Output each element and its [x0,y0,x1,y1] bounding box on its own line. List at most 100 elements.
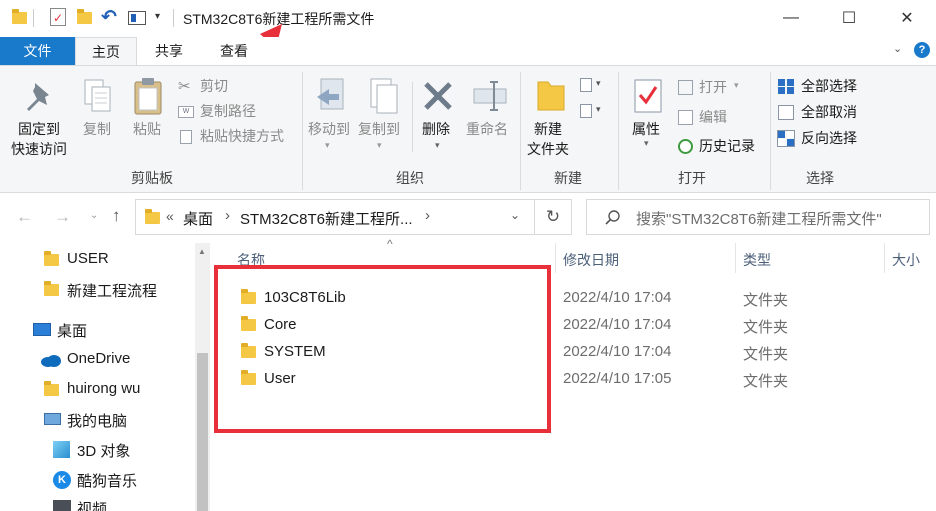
breadcrumb-overflow[interactable]: « [166,208,174,224]
rename-button[interactable]: 重命名 [464,75,516,145]
history-button[interactable]: 历史记录 [678,137,764,157]
view-pane-icon[interactable] [128,11,146,25]
file-type: 文件夹 [743,319,789,336]
ribbon-separator [618,72,619,190]
paste-button[interactable]: 粘贴 [128,75,168,145]
tab-share[interactable]: 共享 [137,37,201,65]
divider [33,9,34,27]
scroll-up-icon[interactable]: ▲ [198,247,206,256]
column-date[interactable]: 修改日期 [563,250,619,270]
copy-to-icon [370,78,398,114]
3d-objects-icon [53,441,70,458]
delete-label: 删除 [422,121,450,137]
nav-item-label: OneDrive [67,350,131,367]
ribbon-separator [302,72,303,190]
breadcrumb-separator[interactable]: › [425,207,430,224]
cut-button[interactable]: ✂ 剪切 [176,77,236,97]
annotation-highlight-box [214,265,551,433]
tab-view[interactable]: 查看 [201,37,267,65]
close-button[interactable]: ✕ [884,0,930,36]
copy-button[interactable]: 复制 [78,75,118,145]
column-separator[interactable] [884,243,885,273]
breadcrumb-current[interactable]: STM32C8T6新建工程所... [240,208,413,229]
pin-to-quick-access-button[interactable]: 固定到 快速访问 [8,75,72,163]
nav-item-videos[interactable]: 视频 [0,494,195,511]
copy-to-dropdown-icon: ▾ [377,140,382,150]
file-date: 2022/4/10 17:04 [563,316,672,333]
properties-button[interactable]: 属性 ▾ [624,75,672,155]
delete-button[interactable]: 删除 ▾ [418,75,458,155]
help-icon[interactable]: ? [914,42,930,58]
address-dropdown-icon[interactable]: ⌄ [510,208,520,222]
invert-selection-icon [777,130,795,147]
new-folder-button[interactable]: 新建 文件夹 [524,75,576,160]
nav-item-label: 我的电脑 [67,413,128,430]
open-icon [678,80,693,95]
refresh-icon: ↻ [545,207,561,226]
minimize-button[interactable]: — [768,0,814,36]
copy-path-label: 复制路径 [200,103,256,119]
new-item-button[interactable]: ▾ [580,76,610,96]
expand-ribbon-icon[interactable]: ⌄ [893,42,902,55]
nav-item-user[interactable]: USER [0,244,195,274]
video-icon [53,500,71,511]
select-none-label: 全部取消 [801,104,857,120]
paste-shortcut-button[interactable]: 粘贴快捷方式 [176,127,294,147]
rename-icon [473,81,507,111]
refresh-button[interactable]: ↻ [535,199,572,235]
open-button[interactable]: 打开 ▾ [678,78,748,98]
nav-item-kugou-music[interactable]: K 酷狗音乐 [0,464,195,494]
customize-dropdown-icon[interactable]: ▾ [155,11,160,22]
new-folder-label-2: 文件夹 [527,141,569,157]
properties-quick-icon[interactable]: ✓ [50,8,66,26]
undo-icon[interactable]: ↶ [101,6,117,29]
copy-to-button[interactable]: 复制到 ▾ [357,75,409,155]
column-separator[interactable] [735,243,736,273]
file-date: 2022/4/10 17:05 [563,370,672,387]
column-separator[interactable] [555,243,556,273]
nav-item-new-project-flow[interactable]: 新建工程流程 [0,274,195,304]
easy-access-button[interactable]: ▾ [580,102,610,122]
nav-item-label: 桌面 [57,323,88,340]
breadcrumb-separator[interactable]: › [225,207,230,224]
column-size[interactable]: 大小 [892,250,920,270]
select-none-button[interactable]: 全部取消 [778,103,868,123]
nav-item-3d-objects[interactable]: 3D 对象 [0,434,195,464]
back-icon[interactable]: ← [16,207,33,227]
up-icon[interactable]: ↑ [112,206,121,226]
move-to-button[interactable]: 移动到 ▾ [305,75,357,155]
edit-button[interactable]: 编辑 [678,108,738,128]
breadcrumb-desktop[interactable]: 桌面 [183,208,213,229]
paste-shortcut-icon [180,130,192,144]
new-item-icon [580,78,592,92]
rename-label: 重命名 [466,121,508,137]
nav-item-desktop[interactable]: 桌面 [0,314,195,344]
folder-icon [145,209,160,224]
easy-access-dropdown-icon: ▾ [596,104,601,114]
tab-home[interactable]: 主页 [75,37,137,65]
desktop-icon [33,323,51,336]
search-box[interactable]: 搜索"STM32C8T6新建工程所需文件" [586,199,930,235]
pin-label-1: 固定到 [18,121,60,137]
folder-icon [12,9,27,24]
search-placeholder: 搜索"STM32C8T6新建工程所需文件" [636,211,882,228]
address-bar[interactable]: « 桌面 › STM32C8T6新建工程所... › ⌄ [135,199,535,235]
nav-item-onedrive[interactable]: OneDrive [0,344,195,374]
select-all-button[interactable]: 全部选择 [778,77,868,97]
file-type: 文件夹 [743,292,789,309]
recent-locations-icon[interactable]: ⌄ [90,210,98,221]
paste-label: 粘贴 [133,121,161,137]
nav-item-label: huirong wu [67,380,141,397]
invert-selection-button[interactable]: 反向选择 [777,129,868,149]
edit-icon [678,110,693,125]
copy-path-icon: W [178,106,194,118]
forward-icon[interactable]: → [54,207,71,227]
column-type[interactable]: 类型 [743,250,771,270]
nav-item-huirong-wu[interactable]: huirong wu [0,374,195,404]
nav-item-this-pc[interactable]: 我的电脑 [0,404,195,434]
maximize-button[interactable]: ☐ [826,0,872,36]
new-folder-quick-icon[interactable] [77,9,92,24]
copy-path-button[interactable]: W 复制路径 [176,102,266,122]
scrollbar-thumb[interactable] [197,353,208,511]
tab-file[interactable]: 文件 [0,37,75,65]
